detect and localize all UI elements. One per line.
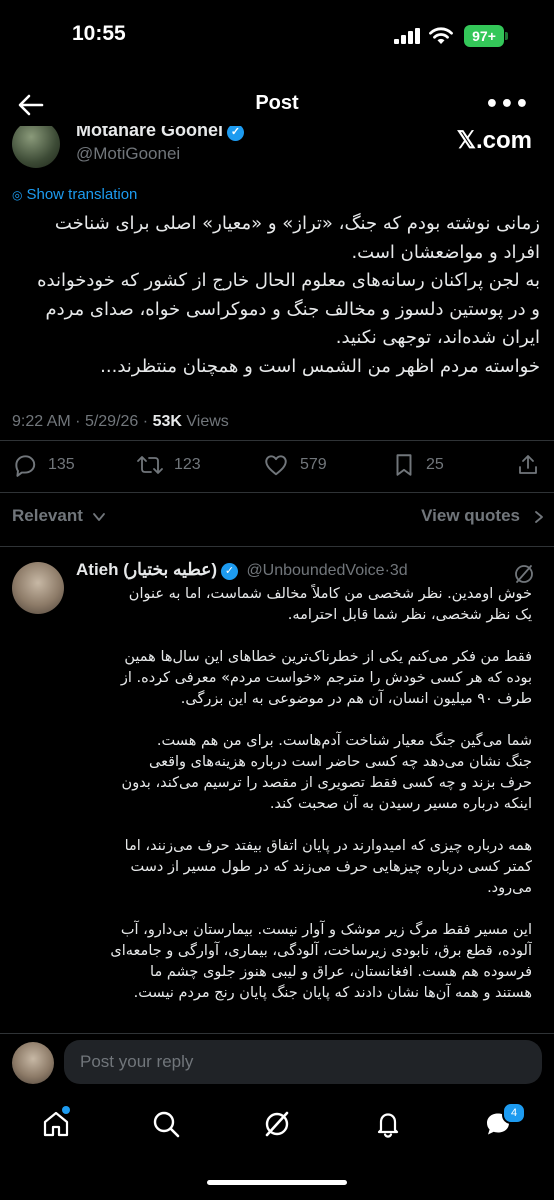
reply-sort-dropdown[interactable]: Relevant	[12, 506, 83, 526]
bookmark-icon	[396, 454, 412, 476]
post-text-line: خواسته مردم اظهر من الشمس است و همچنان م…	[100, 355, 540, 377]
reply-paragraph: خوش اومدین. نظر شخصی من کاملاً مخالف شما…	[76, 584, 532, 626]
bottom-tab-bar: 4	[0, 1092, 554, 1160]
author-handle[interactable]: @MotiGoonei	[76, 144, 180, 164]
heart-icon	[265, 455, 287, 476]
wifi-icon	[429, 27, 453, 44]
reply-paragraph: شما می‌گین جنگ معیار شناخت آدم‌هاست. برا…	[76, 731, 532, 815]
search-icon[interactable]	[150, 1108, 182, 1140]
post-date: 5/29/26	[84, 413, 139, 430]
reply-icon	[15, 455, 36, 477]
grok-icon[interactable]	[512, 562, 536, 586]
divider	[0, 546, 554, 547]
like-button[interactable]: 579	[262, 452, 327, 478]
divider	[0, 440, 554, 441]
repost-icon	[137, 456, 163, 474]
reply-line: فقط من فکر می‌کنم یکی از خطرناک‌ترین خطا…	[124, 649, 532, 665]
grok-icon[interactable]	[261, 1108, 293, 1140]
views-count: 53K	[152, 413, 182, 430]
reply-author-handle[interactable]: @UnboundedVoice	[246, 562, 384, 579]
chevron-down-icon	[93, 513, 105, 521]
post-text-line: ایران شده‌اند، توجهی نکنید.	[335, 327, 540, 348]
source-mark: 𝕏.com	[456, 127, 532, 154]
messages-badge: 4	[502, 1102, 526, 1124]
post-text-line: و در پوستین دلسوز و مخالف جنگ و دموکراسی…	[45, 298, 540, 320]
post-text: زمانی نوشته بودم که جنگ، «تراز» و «معیار…	[12, 210, 540, 381]
reply-line: آلوده، قطع برق، نابودی زیرساخت، آلودگی، …	[110, 943, 532, 959]
chevron-right-icon	[535, 511, 543, 523]
page-title: Post	[255, 92, 299, 114]
post-text-line: به لجن پراکنان رسانه‌های معلوم الحال خار…	[37, 270, 540, 291]
post-text-line: زمانی نوشته بودم که جنگ، «تراز» و «معیار…	[54, 213, 540, 234]
reply-line: حرف بزند و چه کسی فقط تصویری از مقصد را …	[121, 775, 532, 791]
translation-label: Show translation	[26, 186, 138, 203]
reply-header: Atieh (عطیه بختیار) ✓ @UnboundedVoice·3d	[76, 560, 536, 580]
repost-count: 123	[174, 456, 201, 473]
reply-text: خوش اومدین. نظر شخصی من کاملاً مخالف شما…	[76, 584, 532, 1060]
post-action-bar: 135 123 579 25	[0, 452, 554, 482]
top-bar: Post •••	[0, 80, 554, 130]
show-translation-link[interactable]: ◎ Show translation	[12, 186, 137, 203]
reply-paragraph: همه درباره چیزی که امیدوارند در پایان ات…	[76, 836, 532, 899]
verified-badge-icon: ✓	[227, 126, 245, 141]
share-button[interactable]	[516, 452, 540, 478]
current-user-avatar	[12, 1042, 54, 1084]
battery-indicator: 97+	[464, 25, 508, 47]
reply-button[interactable]: 135	[12, 452, 75, 478]
divider	[0, 492, 554, 493]
reply-line: اینکه درباره مسیر رسیدن به آن صحبت کند.	[269, 796, 532, 812]
reply-avatar[interactable]	[12, 562, 64, 614]
reply-line: بوده که هر کسی خودش را مترجم «خواست مردم…	[120, 670, 532, 686]
reply-line: این مسیر فقط مرگ زیر موشک و آوار نیست. ب…	[120, 922, 532, 938]
reply-line: هستند و همه آن‌ها نشان دادند که پایان جن…	[133, 985, 532, 1001]
views-label: Views	[186, 413, 229, 430]
post-author: Motahare Goonei ✓ @MotiGoonei 𝕏.com	[0, 126, 554, 178]
reply-line: خوش اومدین. نظر شخصی من کاملاً مخالف شما…	[128, 586, 532, 602]
view-quotes-link[interactable]: View quotes	[421, 506, 520, 526]
home-notification-dot	[62, 1106, 70, 1114]
reply-author-name[interactable]: Atieh (عطیه بختیار)	[76, 560, 217, 579]
views-link[interactable]: 53K Views	[153, 413, 229, 430]
author-avatar[interactable]	[12, 126, 60, 168]
reply-paragraph: فقط من فکر می‌کنم یکی از خطرناک‌ترین خطا…	[76, 647, 532, 710]
reply-composer	[0, 1033, 554, 1091]
repost-button[interactable]: 123	[136, 452, 201, 478]
status-bar: 10:55 97+	[0, 0, 554, 72]
reply-line: کمتر کسی درباره چیزهایی حرف می‌زند که در…	[130, 859, 532, 875]
reply-age: 3d	[389, 562, 408, 579]
meta-separator: ·	[75, 413, 85, 430]
cellular-signal-icon	[394, 28, 420, 44]
more-options-icon[interactable]: •••	[485, 92, 530, 117]
reply-line: همه درباره چیزی که امیدوارند در پایان ات…	[124, 838, 532, 854]
post-text-line: افراد و مواضعشان است.	[351, 241, 540, 263]
status-time: 10:55	[72, 22, 126, 45]
globe-icon: ◎	[12, 187, 23, 202]
author-name: Motahare Goonei	[76, 126, 224, 140]
like-count: 579	[300, 456, 327, 473]
home-indicator	[207, 1180, 347, 1185]
reply-count: 135	[48, 456, 75, 473]
bookmark-count: 25	[426, 456, 444, 473]
post-time: 9:22 AM	[12, 413, 71, 430]
post-meta: 9:22 AM · 5/29/26 · 53K Views	[12, 413, 229, 431]
reply-line: طرف ۹۰ میلیون انسان، آن هم در موضوعی به …	[180, 691, 532, 707]
reply-line: می‌رود.	[487, 880, 532, 896]
reply-line: فرسوده هم هست. افغانستان، عراق و لیبی هن…	[150, 964, 532, 980]
reply-line: شما می‌گین جنگ معیار شناخت آدم‌هاست. برا…	[156, 733, 532, 749]
share-icon	[519, 455, 537, 474]
reply-line: یک نظر شخصی، نظر شما قابل احترامه.	[287, 607, 532, 623]
reply-input[interactable]	[64, 1040, 542, 1084]
author-name-link[interactable]: Motahare Goonei ✓	[76, 126, 245, 141]
meta-separator: ·	[142, 413, 153, 430]
reply-line: جنگ نشان می‌دهد چه کسی حاضر است درباره ه…	[149, 754, 532, 770]
bookmark-button[interactable]: 25	[392, 452, 444, 478]
sort-label: Relevant	[12, 506, 83, 525]
notifications-bell-icon[interactable]	[372, 1108, 404, 1140]
reply-paragraph: این مسیر فقط مرگ زیر موشک و آوار نیست. ب…	[76, 920, 532, 1004]
verified-badge-icon: ✓	[220, 563, 238, 580]
